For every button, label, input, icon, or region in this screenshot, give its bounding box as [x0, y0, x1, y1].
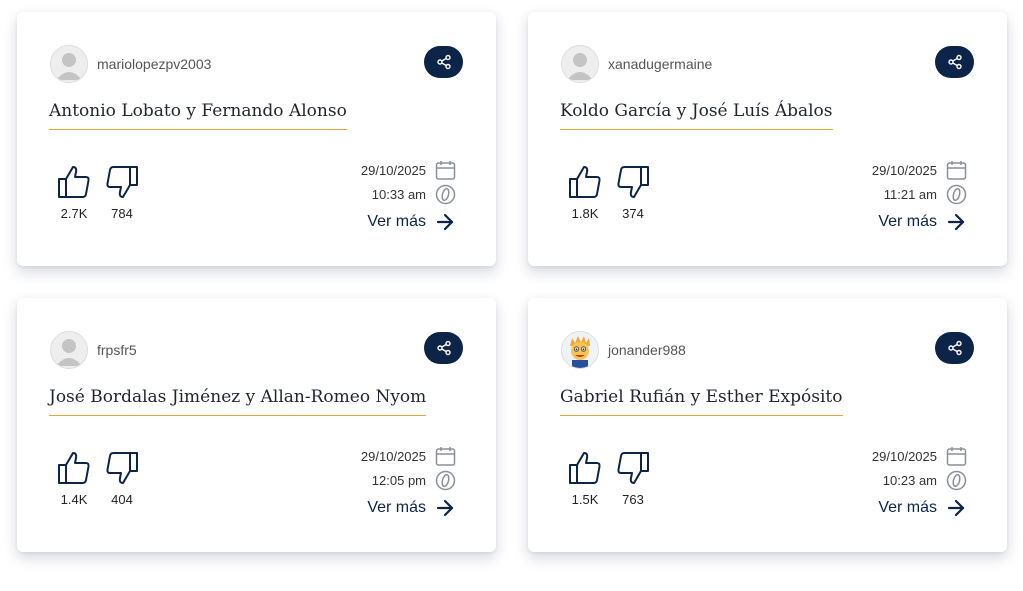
share-button[interactable]	[424, 46, 463, 78]
poll-card: frpsfr5 José Bordalas Jiménez y Allan-Ro…	[17, 298, 496, 552]
share-button[interactable]	[935, 332, 974, 364]
card-title[interactable]: José Bordalas Jiménez y Allan-Romeo Nyom	[49, 387, 427, 416]
avatar[interactable]	[50, 45, 88, 83]
like-count: 1.5K	[571, 492, 599, 507]
date-text: 29/10/2025	[871, 163, 937, 178]
dislike-button[interactable]: 784	[102, 164, 142, 221]
see-more-link[interactable]: Ver más	[878, 499, 965, 517]
card-title[interactable]: Koldo García y José Luís Ábalos	[560, 101, 833, 130]
date-row: 29/10/2025	[872, 446, 967, 467]
thumbs-down-icon	[106, 452, 138, 484]
avatar[interactable]	[561, 45, 599, 83]
dislike-count: 374	[622, 206, 644, 221]
poll-card: mariolopezpv2003 Antonio Lobato y Fernan…	[17, 12, 496, 266]
date-row: 29/10/2025	[872, 160, 967, 181]
date-row: 29/10/2025	[361, 446, 456, 467]
see-more-link[interactable]: Ver más	[878, 213, 965, 231]
see-more-label: Ver más	[367, 499, 426, 516]
time-text: 10:33 am	[371, 187, 426, 202]
thumbs-down-icon	[617, 452, 649, 484]
like-button[interactable]: 1.4K	[54, 450, 94, 507]
time-text: 10:23 am	[882, 473, 937, 488]
thumbs-up-icon	[569, 452, 601, 484]
time-row: 12:05 pm	[372, 470, 456, 491]
time-row: 10:33 am	[372, 184, 456, 205]
date-text: 29/10/2025	[360, 163, 426, 178]
arrow-right-icon	[436, 499, 454, 517]
share-icon	[947, 54, 962, 70]
share-button[interactable]	[935, 46, 974, 78]
calendar-icon	[946, 161, 967, 180]
dislike-count: 404	[111, 492, 133, 507]
like-count: 1.8K	[571, 206, 599, 221]
time-row: 11:21 am	[884, 184, 967, 205]
clock-icon	[435, 470, 456, 491]
poll-card: xanadugermaine Koldo García y José Luís …	[528, 12, 1007, 266]
arrow-right-icon	[436, 213, 454, 231]
thumbs-up-icon	[58, 452, 90, 484]
time-text: 12:05 pm	[371, 473, 426, 488]
like-count: 1.4K	[60, 492, 88, 507]
poll-card: jonander988 Gabriel Rufián y Esther Expó…	[528, 298, 1007, 552]
cartoon-character-icon	[562, 332, 598, 368]
dislike-count: 763	[622, 492, 644, 507]
avatar[interactable]	[561, 331, 599, 369]
date-text: 29/10/2025	[871, 449, 937, 464]
calendar-icon	[435, 161, 456, 180]
dislike-button[interactable]: 763	[613, 450, 653, 507]
see-more-label: Ver más	[878, 213, 937, 230]
card-title[interactable]: Antonio Lobato y Fernando Alonso	[49, 101, 347, 130]
default-user-icon	[562, 46, 598, 82]
like-button[interactable]: 1.5K	[565, 450, 605, 507]
dislike-button[interactable]: 374	[613, 164, 653, 221]
arrow-right-icon	[947, 213, 965, 231]
username[interactable]: frpsfr5	[97, 342, 137, 358]
see-more-label: Ver más	[878, 499, 937, 516]
avatar[interactable]	[50, 331, 88, 369]
default-user-icon	[51, 46, 87, 82]
clock-icon	[946, 184, 967, 205]
arrow-right-icon	[947, 499, 965, 517]
thumbs-down-icon	[106, 166, 138, 198]
username[interactable]: mariolopezpv2003	[97, 56, 211, 72]
thumbs-up-icon	[569, 166, 601, 198]
card-title[interactable]: Gabriel Rufián y Esther Expósito	[560, 387, 843, 416]
calendar-icon	[435, 447, 456, 466]
like-button[interactable]: 2.7K	[54, 164, 94, 221]
username[interactable]: jonander988	[608, 342, 686, 358]
like-count: 2.7K	[60, 206, 88, 221]
time-row: 10:23 am	[883, 470, 967, 491]
default-user-icon	[51, 332, 87, 368]
time-text: 11:21 am	[883, 187, 937, 202]
date-text: 29/10/2025	[360, 449, 426, 464]
calendar-icon	[946, 447, 967, 466]
thumbs-down-icon	[617, 166, 649, 198]
share-icon	[436, 54, 451, 70]
dislike-count: 784	[111, 206, 133, 221]
clock-icon	[435, 184, 456, 205]
share-button[interactable]	[424, 332, 463, 364]
clock-icon	[946, 470, 967, 491]
share-icon	[947, 340, 962, 356]
username[interactable]: xanadugermaine	[608, 56, 712, 72]
see-more-link[interactable]: Ver más	[367, 213, 454, 231]
like-button[interactable]: 1.8K	[565, 164, 605, 221]
date-row: 29/10/2025	[361, 160, 456, 181]
see-more-label: Ver más	[367, 213, 426, 230]
share-icon	[436, 340, 451, 356]
thumbs-up-icon	[58, 166, 90, 198]
dislike-button[interactable]: 404	[102, 450, 142, 507]
see-more-link[interactable]: Ver más	[367, 499, 454, 517]
